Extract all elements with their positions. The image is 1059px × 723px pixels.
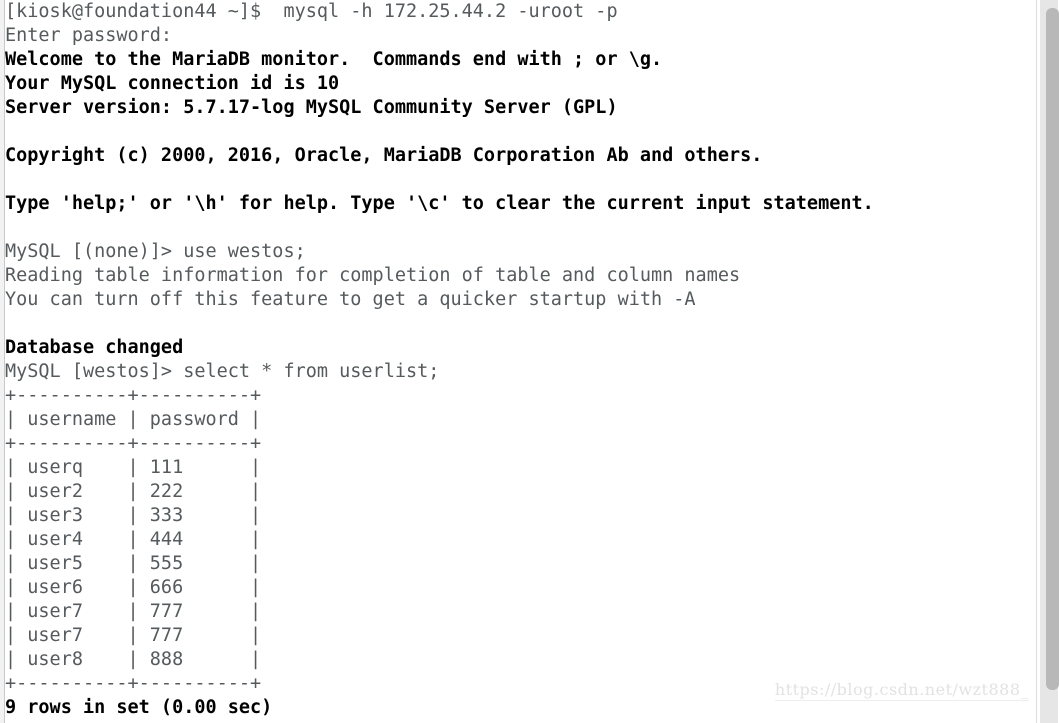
terminal-line: | userq | 111 | [5,457,262,478]
terminal-line: Enter password: [5,25,173,46]
scrollbar-track[interactable] [1040,0,1059,723]
terminal-window: [kiosk@foundation44 ~]$ mysql -h 172.25.… [0,0,1059,723]
watermark-url: https://blog.csdn.net/wzt888_ [774,680,1029,701]
terminal-line: | user4 | 444 | [5,529,262,550]
terminal-line: Reading table information for completion… [5,265,741,286]
terminal-line: +----------+----------+ [5,385,262,406]
terminal-line: You can turn off this feature to get a q… [5,289,696,310]
terminal-line: [kiosk@foundation44 ~]$ mysql -h 172.25.… [5,1,618,22]
terminal-line: | username | password | [5,409,262,430]
terminal-line: | user2 | 222 | [5,481,262,502]
terminal-line: Your MySQL connection id is 10 [5,73,340,94]
terminal-line: | user3 | 333 | [5,505,262,526]
terminal-line: Database changed [5,337,184,358]
terminal-line: MySQL [(none)]> use westos; [5,241,306,262]
vertical-scrollbar[interactable] [1036,0,1059,723]
terminal-line: | user8 | 888 | [5,649,262,670]
terminal-line: MySQL [westos]> select * from userlist; [5,361,440,382]
terminal-output-area[interactable]: [kiosk@foundation44 ~]$ mysql -h 172.25.… [5,0,1035,723]
terminal-line: Copyright (c) 2000, 2016, Oracle, MariaD… [5,145,763,166]
terminal-line: | user6 | 666 | [5,577,262,598]
terminal-line: Welcome to the MariaDB monitor. Commands… [5,49,663,70]
terminal-line: | user5 | 555 | [5,553,262,574]
terminal-line: +----------+----------+ [5,433,262,454]
scrollbar-thumb[interactable] [1046,8,1059,690]
terminal-line: Server version: 5.7.17-log MySQL Communi… [5,97,618,118]
terminal-line: | user7 | 777 | [5,625,262,646]
terminal-line: | user7 | 777 | [5,601,262,622]
terminal-line: Type 'help;' or '\h' for help. Type '\c'… [5,193,874,214]
